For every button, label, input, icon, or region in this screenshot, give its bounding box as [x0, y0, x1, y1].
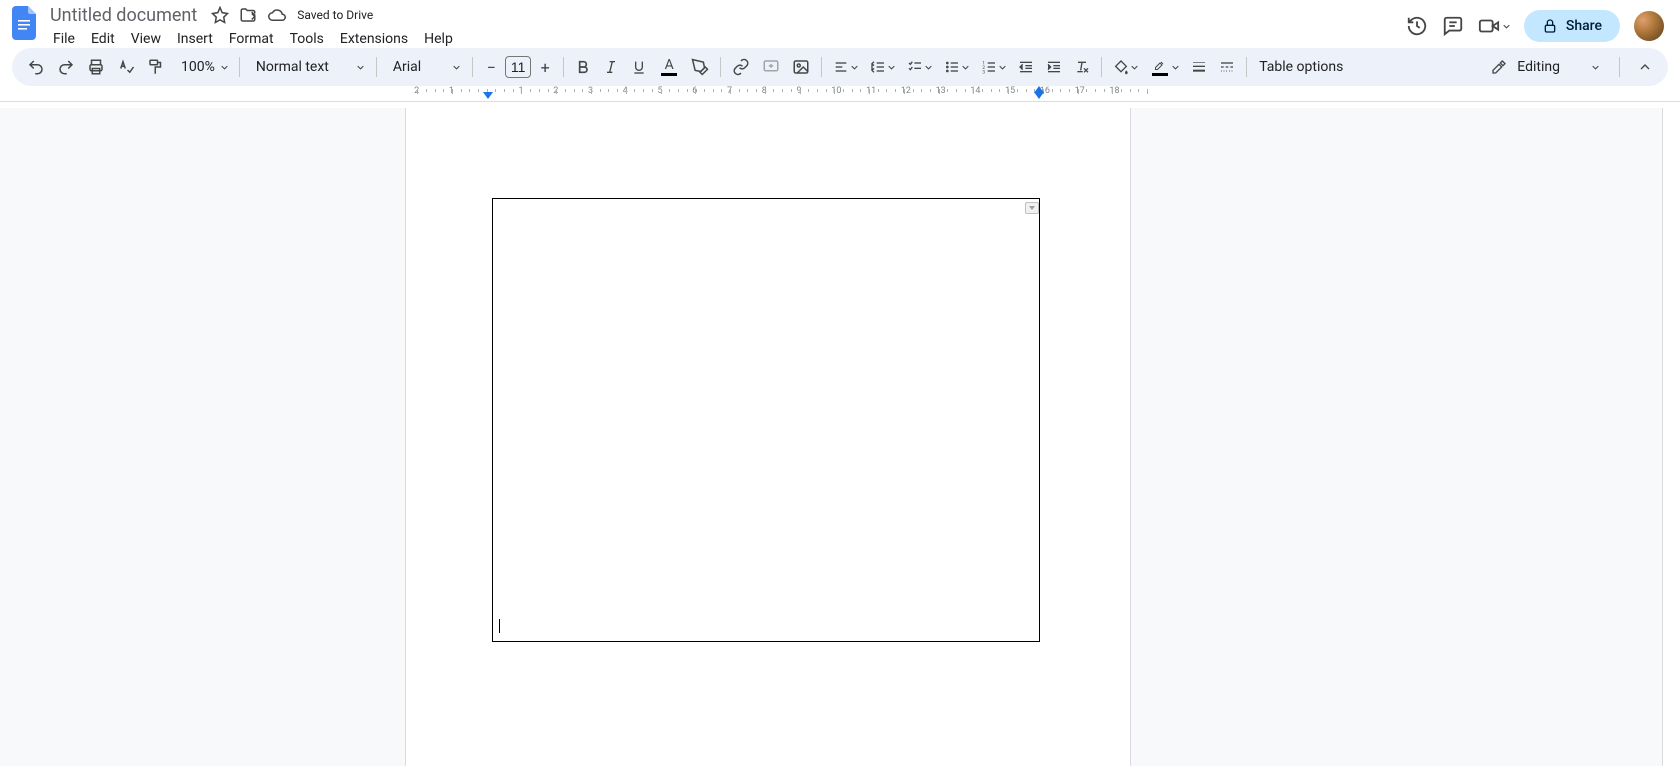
comments-icon[interactable] — [1442, 15, 1464, 37]
menu-bar: File Edit View Insert Format Tools Exten… — [46, 26, 1398, 50]
lock-icon — [1542, 18, 1558, 34]
highlight-color-button[interactable] — [686, 53, 714, 81]
document-title[interactable]: Untitled document — [46, 5, 201, 26]
add-comment-button[interactable] — [757, 53, 785, 81]
undo-button[interactable] — [22, 53, 50, 81]
menu-tools[interactable]: Tools — [283, 28, 331, 50]
separator — [563, 57, 564, 77]
editing-mode-select[interactable]: Editing — [1483, 59, 1607, 75]
share-label: Share — [1566, 18, 1602, 34]
save-status[interactable]: Saved to Drive — [297, 8, 373, 22]
editing-mode-label: Editing — [1517, 59, 1560, 75]
zoom-select[interactable]: 100% — [172, 53, 233, 81]
svg-text:3: 3 — [983, 70, 986, 75]
chevron-down-icon — [453, 64, 460, 71]
redo-button[interactable] — [52, 53, 80, 81]
clear-formatting-button[interactable] — [1069, 53, 1095, 81]
font-family-select[interactable]: Arial — [383, 59, 466, 75]
toolbar: 100% Normal text Arial − + A — [12, 48, 1668, 86]
menu-insert[interactable]: Insert — [170, 28, 220, 50]
bold-button[interactable] — [570, 53, 596, 81]
border-color-button[interactable] — [1145, 53, 1184, 81]
chevron-down-icon — [1131, 64, 1138, 71]
cell-fill-button[interactable] — [1108, 53, 1143, 81]
chevron-down-icon — [925, 64, 932, 71]
chevron-down-icon — [962, 64, 969, 71]
border-style-button[interactable] — [1214, 53, 1240, 81]
align-button[interactable] — [828, 53, 863, 81]
increase-font-size-button[interactable]: + — [533, 58, 557, 77]
right-indent-marker[interactable] — [1034, 92, 1044, 99]
chevron-down-icon — [851, 64, 858, 71]
print-button[interactable] — [82, 53, 110, 81]
italic-button[interactable] — [598, 53, 624, 81]
text-cursor — [499, 619, 500, 633]
document-page[interactable] — [405, 108, 1131, 766]
menu-edit[interactable]: Edit — [84, 28, 122, 50]
left-indent-marker[interactable] — [483, 92, 493, 99]
border-color-swatch — [1152, 73, 1168, 76]
table-drag-handle[interactable] — [1025, 202, 1039, 214]
separator — [821, 57, 822, 77]
chevron-down-icon — [1172, 64, 1179, 71]
text-color-a-icon: A — [665, 59, 674, 71]
star-icon[interactable] — [211, 6, 229, 24]
pencil-icon — [1491, 59, 1507, 75]
cloud-saved-icon[interactable] — [267, 6, 287, 24]
paragraph-style-select[interactable]: Normal text — [246, 59, 370, 75]
style-value: Normal text — [252, 59, 333, 75]
share-button[interactable]: Share — [1524, 10, 1620, 42]
insert-link-button[interactable] — [727, 53, 755, 81]
font-size-input[interactable] — [505, 56, 531, 78]
meet-icon[interactable] — [1478, 15, 1500, 37]
docs-logo-icon[interactable] — [12, 6, 38, 40]
separator — [239, 57, 240, 77]
table-cell[interactable] — [493, 199, 1039, 641]
decrease-font-size-button[interactable]: − — [479, 58, 503, 77]
app-header: Untitled document Saved to Drive File Ed… — [0, 0, 1680, 48]
increase-indent-button[interactable] — [1041, 53, 1067, 81]
table[interactable] — [492, 198, 1040, 642]
checklist-button[interactable] — [902, 53, 937, 81]
menu-format[interactable]: Format — [222, 28, 281, 50]
font-value: Arial — [389, 59, 425, 75]
text-color-swatch — [661, 73, 677, 76]
zoom-value: 100% — [177, 59, 219, 75]
history-icon[interactable] — [1406, 15, 1428, 37]
separator — [376, 57, 377, 77]
chevron-down-icon — [221, 64, 228, 71]
underline-button[interactable] — [626, 53, 652, 81]
chevron-down-icon — [999, 64, 1006, 71]
menu-help[interactable]: Help — [417, 28, 460, 50]
bulleted-list-button[interactable] — [939, 53, 974, 81]
meet-dropdown-icon[interactable] — [1503, 23, 1510, 30]
toolbar-container: 100% Normal text Arial − + A — [0, 48, 1680, 86]
separator — [472, 57, 473, 77]
menu-file[interactable]: File — [46, 28, 82, 50]
paint-format-button[interactable] — [142, 53, 170, 81]
move-icon[interactable] — [239, 6, 257, 24]
horizontal-ruler[interactable]: 21123456789101112131415161718 — [0, 86, 1680, 102]
table-options-button[interactable]: Table options — [1253, 59, 1349, 75]
decrease-indent-button[interactable] — [1013, 53, 1039, 81]
separator — [1101, 57, 1102, 77]
numbered-list-button[interactable]: 123 — [976, 53, 1011, 81]
collapse-toolbar-button[interactable] — [1632, 53, 1658, 81]
account-avatar[interactable] — [1634, 11, 1664, 41]
chevron-down-icon — [1592, 64, 1599, 71]
menu-extensions[interactable]: Extensions — [333, 28, 415, 50]
separator — [1619, 57, 1620, 77]
insert-image-button[interactable] — [787, 53, 815, 81]
side-panel-collapsed[interactable] — [1662, 108, 1680, 766]
separator — [720, 57, 721, 77]
chevron-down-icon — [357, 64, 364, 71]
border-width-button[interactable] — [1186, 53, 1212, 81]
chevron-down-icon — [888, 64, 895, 71]
spellcheck-button[interactable] — [112, 53, 140, 81]
line-spacing-button[interactable] — [865, 53, 900, 81]
document-canvas[interactable] — [0, 108, 1680, 766]
text-color-button[interactable]: A — [654, 53, 684, 81]
menu-view[interactable]: View — [124, 28, 168, 50]
separator — [1246, 57, 1247, 77]
